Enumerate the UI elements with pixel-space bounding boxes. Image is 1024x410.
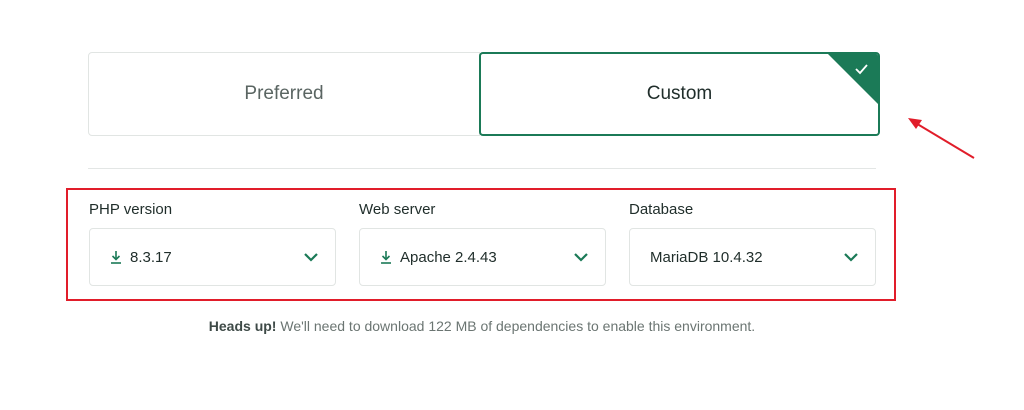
php-version-label: PHP version: [89, 201, 173, 218]
database-value: MariaDB 10.4.32: [650, 248, 763, 266]
database-label: Database: [629, 201, 694, 218]
selected-check-icon: [828, 54, 878, 104]
php-version-field: PHP version 8.3.17: [89, 200, 336, 286]
notice-heading: Heads up!: [208, 318, 277, 334]
web-server-select[interactable]: Apache 2.4.43: [359, 228, 606, 286]
chevron-down-icon: [574, 253, 588, 262]
preferred-label: Preferred: [244, 83, 324, 104]
custom-option[interactable]: Custom: [479, 52, 880, 136]
divider: [88, 168, 876, 169]
download-notice: Heads up! We'll need to download 122 MB …: [0, 318, 964, 334]
custom-label: Custom: [646, 83, 713, 104]
database-field: Database MariaDB 10.4.32: [629, 200, 876, 286]
php-version-select[interactable]: 8.3.17: [89, 228, 336, 286]
web-server-value: Apache 2.4.43: [400, 248, 497, 266]
preferred-option[interactable]: Preferred: [88, 52, 480, 136]
download-icon: [110, 250, 122, 264]
download-icon: [380, 250, 392, 264]
chevron-down-icon: [844, 253, 858, 262]
web-server-label: Web server: [359, 201, 436, 218]
web-server-field: Web server Apache 2.4.43: [359, 200, 606, 286]
chevron-down-icon: [304, 253, 318, 262]
environment-toggle: Preferred Custom: [88, 52, 880, 136]
notice-text: We'll need to download 122 MB of depende…: [276, 318, 756, 334]
php-version-value: 8.3.17: [130, 248, 172, 266]
annotation-arrow-icon: [908, 118, 975, 159]
database-select[interactable]: MariaDB 10.4.32: [629, 228, 876, 286]
